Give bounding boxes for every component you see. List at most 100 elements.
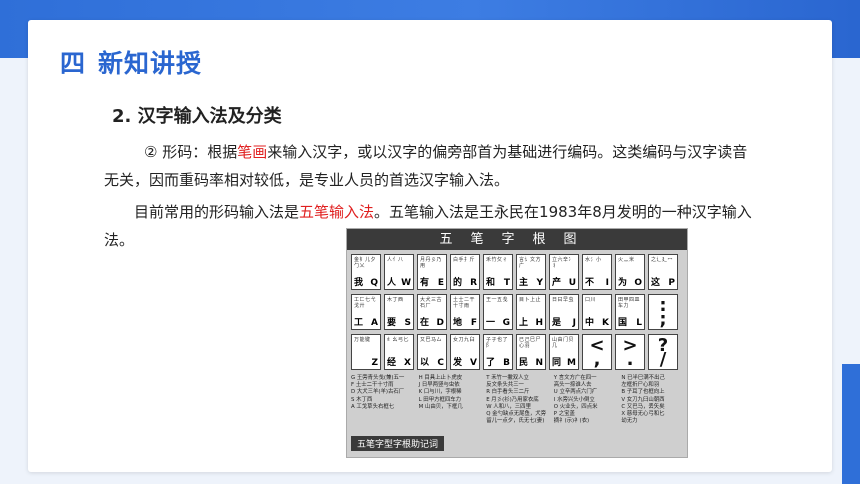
key-roots: 子孑也了阝 bbox=[486, 337, 509, 349]
key-char: 经 bbox=[387, 358, 397, 368]
key-B: 子孑也了阝了 B bbox=[483, 334, 513, 370]
paragraph1-prefix: ② 形码：根据 bbox=[144, 143, 238, 161]
key-roots: 纟幺弓匕 bbox=[387, 337, 410, 343]
key-E: 月丹彡乃用有 E bbox=[417, 254, 447, 290]
key-letter: J bbox=[572, 318, 576, 328]
key-letter: V bbox=[470, 358, 477, 368]
key-roots: 王一五戋 bbox=[486, 297, 509, 303]
key-。: > . bbox=[615, 334, 645, 370]
key-Q: 金钅儿夕勹乂我 Q bbox=[351, 254, 381, 290]
key-R: 白手扌斤的 R bbox=[450, 254, 480, 290]
key-symbol: : ; bbox=[659, 295, 667, 330]
key-letter: H bbox=[535, 318, 543, 328]
mnemonic-line: U 立辛两点六门疒 bbox=[553, 389, 598, 396]
mnemonic-col-2: H 目具上止卜虎皮 J 日早两竖与虫依 K 口与川，字根稀 L 田甲方框四车力 M 山由… bbox=[419, 375, 481, 425]
key-roots: 水氵小 bbox=[585, 257, 602, 263]
key-letter: E bbox=[437, 278, 444, 288]
key-letter: L bbox=[636, 318, 642, 328]
key-W: 人亻八人 W bbox=[384, 254, 414, 290]
key-F: 土士二干十寸雨地 F bbox=[450, 294, 480, 330]
mnemonic-line: V 女刀九臼山朝西 bbox=[621, 396, 665, 403]
key-char: 不 bbox=[585, 278, 595, 288]
key-char: 是 bbox=[552, 318, 562, 328]
paragraph1-highlight: 笔画 bbox=[237, 143, 268, 161]
key-roots: 已己巳尸心羽 bbox=[519, 337, 542, 349]
key-roots: 白手扌斤 bbox=[453, 257, 476, 263]
key-roots: 大犬三古石厂 bbox=[420, 297, 443, 309]
key-roots: 田甲四皿车力 bbox=[618, 297, 641, 309]
section-title: 新知讲授 bbox=[98, 49, 203, 78]
key-char: 地 bbox=[453, 318, 463, 328]
paragraph2-highlight: 五笔输入法 bbox=[299, 203, 375, 221]
mnemonic-line: M 山由贝，下框几 bbox=[418, 403, 463, 410]
key-letter: X bbox=[404, 358, 411, 368]
key-symbol: > . bbox=[622, 335, 638, 370]
mnemonic-table: G 王旁青头戋(兼)五一 F 土士二干十寸雨 D 大犬三羊(羊)古石厂 S 木丁西 A … bbox=[351, 375, 683, 425]
key-char: 人 bbox=[387, 278, 397, 288]
paragraph-shape-code: ② 形码：根据笔画来输入汉字，或以汉字的偏旁部首为基础进行编码。这类编码与汉字读… bbox=[104, 138, 754, 194]
key-letter: C bbox=[437, 358, 444, 368]
mnemonic-line: 幼无力 bbox=[621, 418, 638, 425]
key-letter: K bbox=[602, 318, 609, 328]
key-char: 主 bbox=[519, 278, 529, 288]
mnemonic-line: I 水旁兴头小倒立 bbox=[553, 396, 595, 403]
key-J: 日曰早虫是 J bbox=[549, 294, 579, 330]
key-S: 木丁西要 S bbox=[384, 294, 414, 330]
key-roots: 山由门贝几 bbox=[552, 337, 575, 349]
key-row-1: 金钅儿夕勹乂我 Q 人亻八人 W 月丹彡乃用有 E 白手扌斤的 R 禾竹攵彳和 T 言讠文方广主 Y 立… bbox=[347, 254, 687, 290]
key-roots: 女刀九臼 bbox=[453, 337, 476, 343]
key-letter: F bbox=[470, 318, 477, 328]
key-O: 火灬米为 O bbox=[615, 254, 645, 290]
key-letter: T bbox=[503, 278, 510, 288]
key-letter: M bbox=[567, 358, 576, 368]
key-roots: 土士二干十寸雨 bbox=[453, 297, 476, 309]
mnemonic-col-1: G 王旁青头戋(兼)五一 F 土士二干十寸雨 D 大犬三羊(羊)古石厂 S 木丁西 A … bbox=[351, 375, 413, 425]
corner-band bbox=[842, 364, 860, 484]
key-roots: 人亻八 bbox=[387, 257, 404, 263]
key-letter: P bbox=[668, 278, 675, 288]
key-L: 田甲四皿车力国 L bbox=[615, 294, 645, 330]
key-char: 我 bbox=[354, 278, 364, 288]
key-char: 的 bbox=[453, 278, 463, 288]
key-letter: R bbox=[470, 278, 477, 288]
key-P: 之辶廴冖这 P bbox=[648, 254, 678, 290]
key-roots: 之辶廴冖 bbox=[651, 257, 674, 263]
key-letter: D bbox=[436, 318, 444, 328]
key-row-2: 工匚七弋戈廾工 A 木丁西要 S 大犬三古石厂在 D 土士二干十寸雨地 F 王一五戋一 G 目卜上止… bbox=[347, 294, 687, 330]
key-roots: 口川 bbox=[585, 297, 597, 303]
key-letter: Z bbox=[371, 358, 378, 368]
key-；: : ; bbox=[648, 294, 678, 330]
key-letter: S bbox=[404, 318, 411, 328]
key-char: 在 bbox=[420, 318, 430, 328]
mnemonic-col-5: N 已半巳满不出己 左框折尸心和羽 B 子耳了也框向上 V 女刀九臼山朝西 C 又巴马… bbox=[621, 375, 683, 425]
key-K: 口川中 K bbox=[582, 294, 612, 330]
key-char: 一 bbox=[486, 318, 496, 328]
key-roots: 目卜上止 bbox=[519, 297, 542, 303]
key-letter: A bbox=[371, 318, 378, 328]
key-char: 发 bbox=[453, 358, 463, 368]
mnemonic-line: L 田甲方框四车力 bbox=[418, 396, 462, 403]
key-roots: 言讠文方广 bbox=[519, 257, 542, 269]
key-G: 王一五戋一 G bbox=[483, 294, 513, 330]
key-letter: Y bbox=[536, 278, 543, 288]
mnemonic-line: R 白手看头三二斤 bbox=[486, 389, 530, 396]
key-letter: W bbox=[401, 278, 411, 288]
key-letter: I bbox=[605, 278, 609, 288]
key-char: 民 bbox=[519, 358, 529, 368]
key-roots: 金钅儿夕勹乂 bbox=[354, 257, 377, 269]
key-Z: 万能键 Z bbox=[351, 334, 381, 370]
key-X: 纟幺弓匕经 X bbox=[384, 334, 414, 370]
key-roots: 月丹彡乃用 bbox=[420, 257, 443, 269]
key-char: 这 bbox=[651, 278, 661, 288]
key-roots: 日曰早虫 bbox=[552, 297, 575, 303]
mnemonic-line: W 人和八，三四里 bbox=[486, 403, 531, 410]
key-V: 女刀九臼发 V bbox=[450, 334, 480, 370]
key-letter: G bbox=[502, 318, 510, 328]
key-roots: 又巴马厶 bbox=[420, 337, 443, 343]
key-roots: 工匚七弋戈廾 bbox=[354, 297, 377, 309]
mnemonic-line: E 月彡(衫)乃用家衣底 bbox=[486, 396, 539, 403]
mnemonic-line: S 木丁西 bbox=[351, 396, 373, 403]
mnemonic-line: 留儿一点夕，氏无七(妻) bbox=[486, 418, 545, 425]
key-H: 目卜上止上 H bbox=[516, 294, 546, 330]
key-char: 和 bbox=[486, 278, 496, 288]
